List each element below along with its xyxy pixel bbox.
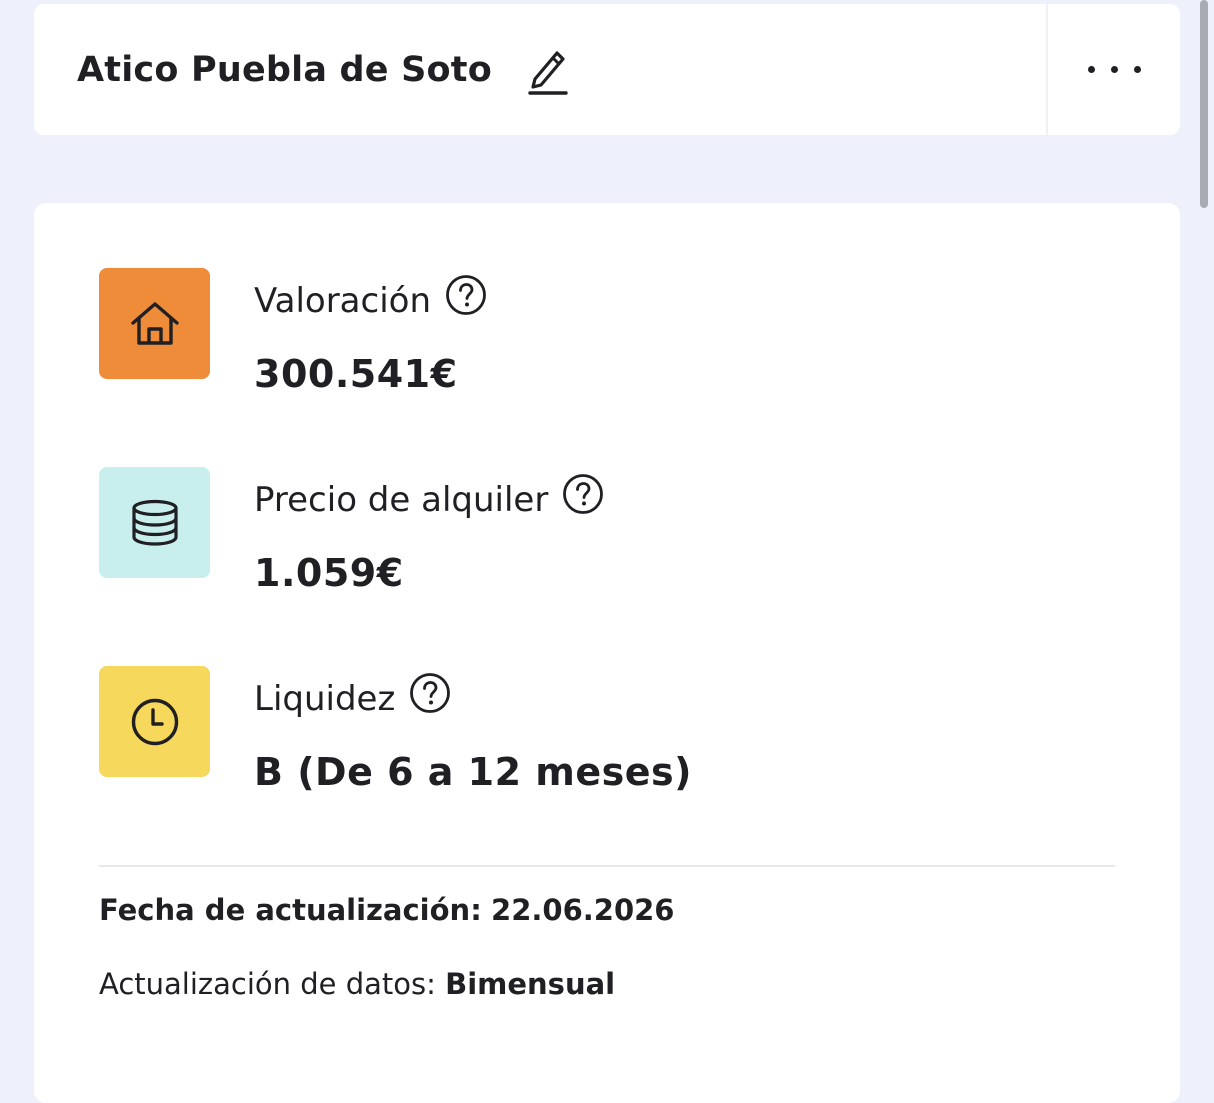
update-frequency: Actualización de datos: Bimensual xyxy=(99,967,615,1001)
section-divider xyxy=(99,865,1115,867)
metric-valoracion: Valoración 300.541€ xyxy=(99,268,487,396)
help-icon[interactable] xyxy=(445,274,487,316)
clock-icon xyxy=(131,698,178,745)
metric-precio-alquiler: Precio de alquiler 1.059€ xyxy=(99,467,604,595)
help-icon[interactable] xyxy=(562,473,604,515)
pencil-icon[interactable] xyxy=(526,43,570,97)
metric-icon-box xyxy=(99,467,210,578)
metric-liquidez: Liquidez B (De 6 a 12 meses) xyxy=(99,666,692,794)
update-frequency-value: Bimensual xyxy=(445,967,616,1001)
metric-label: Valoración xyxy=(254,281,432,321)
more-horizontal-icon xyxy=(1087,66,1141,73)
coin-stack-icon xyxy=(131,499,178,546)
update-frequency-label: Actualización de datos: xyxy=(99,967,436,1001)
house-icon xyxy=(130,301,179,345)
update-date-value: 22.06.2026 xyxy=(491,893,675,927)
metric-value: 300.541€ xyxy=(254,352,458,396)
page-title: Atico Puebla de Soto xyxy=(77,49,492,90)
metric-icon-box xyxy=(99,268,210,379)
scrollbar[interactable] xyxy=(1200,0,1208,208)
more-options-button[interactable] xyxy=(1048,4,1180,135)
help-icon[interactable] xyxy=(409,672,451,714)
update-date-label: Fecha de actualización: xyxy=(99,893,482,927)
metric-value: 1.059€ xyxy=(254,551,404,595)
valuation-card: Valoración 300.541€ Precio de alquiler 1… xyxy=(34,203,1180,1103)
metric-icon-box xyxy=(99,666,210,777)
metric-value: B (De 6 a 12 meses) xyxy=(254,750,693,794)
metric-label: Precio de alquiler xyxy=(254,480,549,520)
header-card: Atico Puebla de Soto xyxy=(34,4,1180,135)
metric-label: Liquidez xyxy=(254,679,396,719)
update-date: Fecha de actualización: 22.06.2026 xyxy=(99,893,674,927)
